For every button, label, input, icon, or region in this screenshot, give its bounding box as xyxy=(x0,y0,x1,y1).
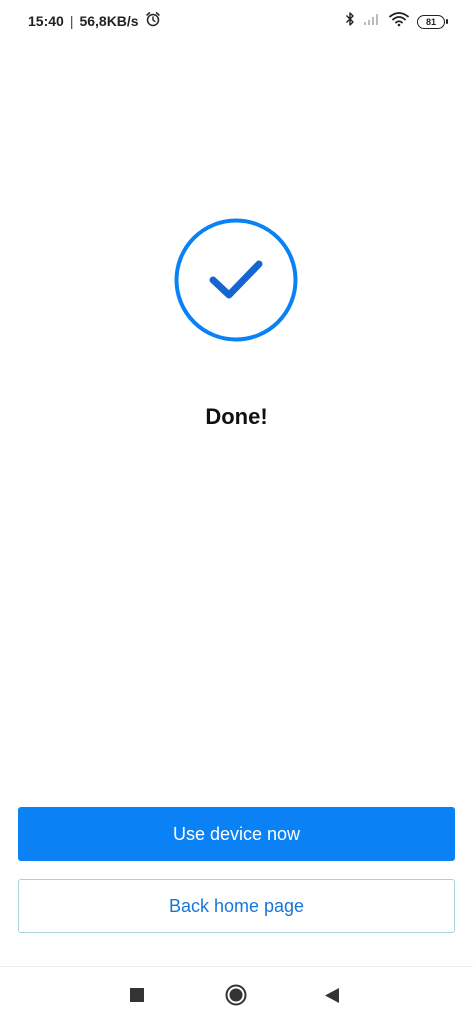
status-time: 15:40 xyxy=(28,12,64,29)
check-circle-icon xyxy=(174,218,298,342)
status-left: 15:40 | 56,8KB/s xyxy=(28,11,161,30)
triangle-back-icon[interactable] xyxy=(324,987,340,1004)
cellular-signal-icon xyxy=(363,12,381,31)
circle-home-icon[interactable] xyxy=(225,984,247,1006)
back-home-page-button[interactable]: Back home page xyxy=(18,879,455,933)
use-device-now-button[interactable]: Use device now xyxy=(18,807,455,861)
system-nav-bar xyxy=(0,967,473,1024)
square-recents-icon[interactable] xyxy=(130,988,144,1002)
battery-level: 81 xyxy=(425,16,436,27)
network-speed: 56,8KB/s xyxy=(79,12,139,29)
alarm-clock-icon xyxy=(145,11,161,30)
status-separator: | xyxy=(69,12,74,29)
status-right: 81 xyxy=(345,11,448,32)
battery-indicator: 81 xyxy=(417,14,448,29)
wifi-icon xyxy=(389,11,409,32)
bluetooth-icon xyxy=(345,11,355,32)
status-bar: 15:40 | 56,8KB/s 81 xyxy=(0,0,473,40)
page-title: Done! xyxy=(205,404,268,429)
